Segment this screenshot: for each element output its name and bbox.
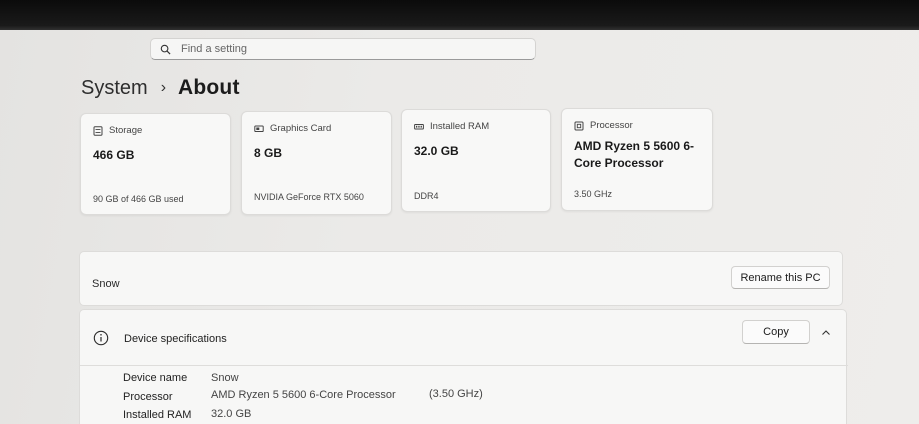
- installed-ram-card[interactable]: Installed RAM 32.0 GB DDR4: [401, 109, 551, 212]
- processor-value-line-1: AMD Ryzen 5 5600 6-: [574, 139, 695, 153]
- search-icon: [160, 44, 171, 55]
- search-input[interactable]: [181, 43, 481, 55]
- page-title: About: [178, 76, 240, 99]
- spec-value-installed-ram: 32.0 GB: [211, 408, 252, 420]
- spec-label-processor: Processor: [123, 391, 173, 403]
- storage-usage: 90 GB of 466 GB used: [93, 194, 184, 204]
- pc-name-panel: Snow Rename this PC: [79, 251, 843, 306]
- copy-button[interactable]: Copy: [742, 320, 810, 344]
- installed-ram-value: 32.0 GB: [414, 144, 459, 158]
- storage-icon: [93, 125, 103, 136]
- processor-speed: 3.50 GHz: [574, 189, 613, 199]
- device-specifications-header[interactable]: Device specifications Copy: [80, 310, 848, 366]
- device-specifications-panel: Device specifications Copy: [79, 309, 848, 424]
- processor-value-line-2: Core Processor: [574, 156, 664, 170]
- device-specifications-title: Device specifications: [124, 333, 227, 345]
- graphics-card-icon: [254, 125, 264, 132]
- spec-label-installed-ram: Installed RAM: [123, 409, 192, 421]
- processor-icon: [574, 121, 584, 130]
- spec-value-processor: AMD Ryzen 5 5600 6-Core Processor: [211, 389, 396, 401]
- breadcrumb-system[interactable]: System: [81, 77, 148, 100]
- processor-value: AMD Ryzen 5 5600 6- Core Processor: [574, 138, 694, 172]
- settings-window: System › About Storage 466 GB 90 GB of 4…: [0, 30, 919, 424]
- graphics-card-card[interactable]: Graphics Card 8 GB NVIDIA GeForce RTX 50…: [241, 111, 392, 215]
- rename-pc-button[interactable]: Rename this PC: [731, 266, 830, 289]
- monitor-bezel: [0, 0, 919, 32]
- ram-icon: [414, 123, 424, 129]
- search-box[interactable]: [150, 38, 536, 60]
- breadcrumb: System › About: [81, 76, 240, 100]
- pc-name: Snow: [92, 278, 120, 290]
- spec-value-device-name: Snow: [211, 372, 239, 384]
- chevron-right-icon: ›: [160, 79, 167, 96]
- graphics-card-model: NVIDIA GeForce RTX 5060: [254, 192, 364, 202]
- installed-ram-title: Installed RAM: [430, 121, 490, 132]
- storage-value: 466 GB: [93, 148, 135, 162]
- graphics-card-value: 8 GB: [254, 146, 283, 160]
- spec-value-processor-speed: (3.50 GHz): [429, 388, 483, 400]
- installed-ram-type: DDR4: [414, 191, 439, 201]
- storage-card[interactable]: Storage 466 GB 90 GB of 466 GB used: [80, 113, 231, 215]
- chevron-up-icon[interactable]: [821, 328, 831, 338]
- storage-title: Storage: [109, 125, 143, 136]
- processor-card[interactable]: Processor AMD Ryzen 5 5600 6- Core Proce…: [561, 108, 713, 211]
- processor-title: Processor: [590, 120, 633, 131]
- info-icon: [93, 330, 109, 346]
- graphics-card-title: Graphics Card: [270, 123, 332, 134]
- spec-label-device-name: Device name: [123, 372, 188, 384]
